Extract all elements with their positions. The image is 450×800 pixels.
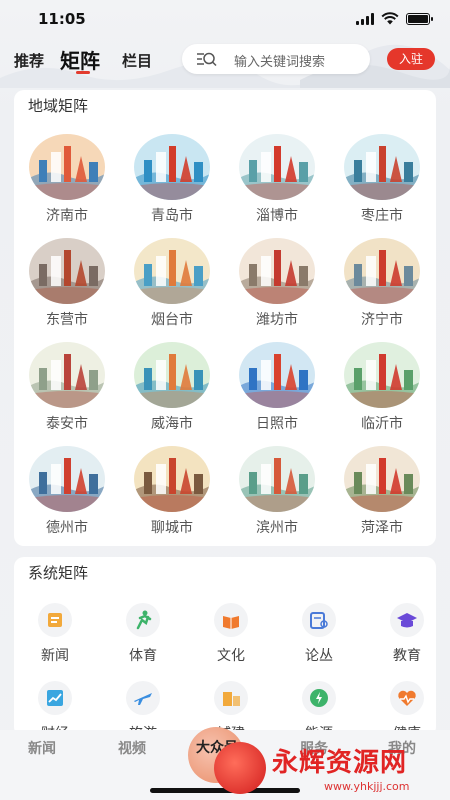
system-item-label: 论丛 [305, 648, 333, 664]
system-item[interactable]: 能源 [278, 681, 358, 737]
city-name: 威海市 [151, 416, 193, 432]
city-illustration [344, 238, 420, 304]
system-item[interactable]: 新闻 [14, 603, 94, 673]
city-item[interactable]: 枣庄市 [332, 134, 432, 230]
join-button[interactable]: 入驻 [387, 48, 435, 70]
system-item[interactable]: 旅游 [102, 681, 182, 737]
city-name: 潍坊市 [256, 312, 298, 328]
search-placeholder: 输入关键词搜索 [234, 55, 326, 70]
watermark-logo-icon [214, 742, 266, 794]
city-name: 济宁市 [361, 312, 403, 328]
tab-recommend[interactable]: 推荐 [14, 50, 44, 71]
city-item[interactable]: 泰安市 [17, 342, 117, 438]
city-illustration [344, 342, 420, 408]
status-bar: 11:05 [0, 0, 450, 40]
battery-icon [406, 12, 433, 25]
city-illustration [29, 134, 105, 200]
city-name: 临沂市 [361, 416, 403, 432]
city-name: 滨州市 [256, 520, 298, 536]
city-item[interactable]: 威海市 [122, 342, 222, 438]
city-item[interactable]: 东营市 [17, 238, 117, 334]
city-illustration [239, 238, 315, 304]
city-item[interactable]: 烟台市 [122, 238, 222, 334]
city-item[interactable]: 青岛市 [122, 134, 222, 230]
airplane-icon [126, 681, 160, 715]
city-item[interactable]: 济宁市 [332, 238, 432, 334]
newspaper-icon [38, 603, 72, 637]
system-matrix-card: 系统矩阵 新闻 体育 文化 论丛 教育财经旅游城建能源健康 [14, 557, 436, 737]
city-item[interactable]: 淄博市 [227, 134, 327, 230]
system-item-label: 文化 [217, 648, 245, 664]
chart-icon [38, 681, 72, 715]
system-item[interactable]: 论丛 [278, 603, 358, 673]
city-illustration [239, 446, 315, 512]
top-nav: 推荐 矩阵 栏目 输入关键词搜索 入驻 [0, 40, 450, 88]
city-item[interactable]: 日照市 [227, 342, 327, 438]
city-illustration [239, 134, 315, 200]
energy-icon [302, 681, 336, 715]
system-item-label: 新闻 [41, 648, 69, 664]
bottom-tab-news[interactable]: 新闻 [28, 738, 56, 758]
system-item[interactable]: 教育 [366, 603, 436, 673]
city-illustration [239, 342, 315, 408]
heartbeat-icon [390, 681, 424, 715]
search-icon [197, 52, 217, 67]
city-illustration [134, 238, 210, 304]
search-box[interactable]: 输入关键词搜索 [182, 44, 370, 74]
watermark-title: 永辉资源网 [272, 748, 408, 778]
city-name: 济南市 [46, 208, 88, 224]
book-icon [214, 603, 248, 637]
city-name: 聊城市 [151, 520, 193, 536]
city-name: 青岛市 [151, 208, 193, 224]
city-name: 德州市 [46, 520, 88, 536]
city-name: 菏泽市 [361, 520, 403, 536]
tab-columns[interactable]: 栏目 [122, 50, 152, 71]
runner-icon [126, 603, 160, 637]
city-illustration [134, 342, 210, 408]
building-icon [214, 681, 248, 715]
city-item[interactable]: 菏泽市 [332, 446, 432, 542]
city-name: 淄博市 [256, 208, 298, 224]
bottom-tab-video[interactable]: 视频 [118, 738, 146, 758]
graduation-cap-icon [390, 603, 424, 637]
city-item[interactable]: 潍坊市 [227, 238, 327, 334]
city-name: 泰安市 [46, 416, 88, 432]
reading-icon [302, 603, 336, 637]
active-tab-indicator [76, 71, 90, 74]
system-item[interactable]: 城建 [190, 681, 270, 737]
status-time: 11:05 [38, 10, 86, 28]
wifi-icon [381, 12, 399, 25]
city-item[interactable]: 临沂市 [332, 342, 432, 438]
city-name: 枣庄市 [361, 208, 403, 224]
city-illustration [344, 446, 420, 512]
city-name: 烟台市 [151, 312, 193, 328]
system-item[interactable]: 健康 [366, 681, 436, 737]
city-item[interactable]: 德州市 [17, 446, 117, 542]
system-item[interactable]: 财经 [14, 681, 94, 737]
system-matrix-title: 系统矩阵 [28, 564, 89, 582]
city-illustration [134, 134, 210, 200]
city-name: 日照市 [256, 416, 298, 432]
system-item-label: 体育 [129, 648, 157, 664]
watermark: 永辉资源网 www.yhkjjj.com [214, 738, 450, 800]
system-item[interactable]: 文化 [190, 603, 270, 673]
city-illustration [29, 446, 105, 512]
city-item[interactable]: 滨州市 [227, 446, 327, 542]
city-name: 东营市 [46, 312, 88, 328]
city-illustration [29, 238, 105, 304]
region-matrix-card: 地域矩阵 济南市 青岛市 淄博市 枣庄市东营市 烟台市 潍坊市 济宁市泰安市 威海市 日照市 临沂… [14, 90, 436, 546]
system-item-label: 教育 [393, 648, 421, 664]
city-illustration [29, 342, 105, 408]
system-item[interactable]: 体育 [102, 603, 182, 673]
signal-icon [356, 12, 374, 25]
status-icons [356, 12, 433, 25]
city-item[interactable]: 聊城市 [122, 446, 222, 542]
watermark-url: www.yhkjjj.com [324, 780, 410, 793]
city-illustration [134, 446, 210, 512]
region-matrix-title: 地域矩阵 [28, 97, 89, 115]
city-item[interactable]: 济南市 [17, 134, 117, 230]
tab-matrix[interactable]: 矩阵 [60, 45, 100, 74]
city-illustration [344, 134, 420, 200]
